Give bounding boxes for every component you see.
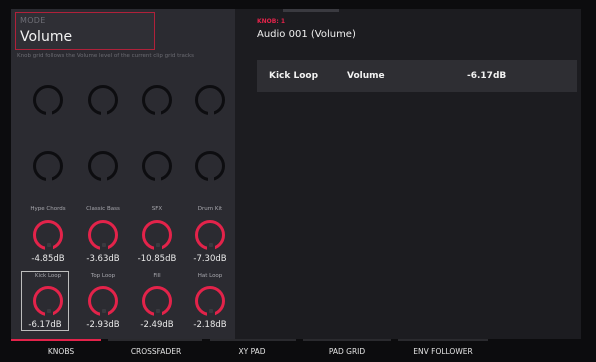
knob-detail-panel: KNOB: 1 Audio 001 (Volume) Kick Loop Vol… bbox=[235, 9, 581, 339]
mode-value: Volume bbox=[20, 29, 73, 45]
empty-knob[interactable] bbox=[33, 151, 63, 182]
bottom-tab-bar: KNOBS CROSSFADER XY PAD PAD GRID ENV FOL… bbox=[0, 339, 596, 362]
parameter-name: Volume bbox=[347, 71, 385, 81]
empty-knob[interactable] bbox=[88, 151, 118, 182]
volume-knob[interactable] bbox=[195, 220, 225, 252]
knob-panel: MODE Volume Knob grid follows the Volume… bbox=[11, 9, 235, 339]
knob-name: Hat Loop bbox=[197, 273, 223, 279]
volume-knob[interactable] bbox=[33, 220, 63, 252]
empty-knob[interactable] bbox=[142, 85, 172, 116]
knob-value: -2.18dB bbox=[193, 320, 227, 330]
volume-knob[interactable] bbox=[88, 220, 118, 252]
track-name: Kick Loop bbox=[269, 71, 319, 81]
mode-description: Knob grid follows the Volume level of th… bbox=[17, 53, 194, 59]
knob-value: -2.93dB bbox=[86, 320, 120, 330]
empty-knob[interactable] bbox=[88, 85, 118, 116]
knob-name: Top Loop bbox=[90, 273, 116, 279]
tab-xy-pad[interactable]: XY PAD bbox=[197, 347, 307, 356]
knob-value: -2.49dB bbox=[140, 320, 174, 330]
main-frame: MODE Volume Knob grid follows the Volume… bbox=[11, 9, 581, 339]
empty-knob[interactable] bbox=[195, 85, 225, 116]
volume-knob[interactable] bbox=[88, 286, 118, 318]
tab-env-follower[interactable]: ENV FOLLOWER bbox=[388, 347, 498, 356]
knob-name: SFX bbox=[151, 206, 163, 212]
knob-value: -3.63dB bbox=[86, 254, 120, 264]
knob-name: Classic Bass bbox=[86, 206, 120, 212]
active-tab-indicator bbox=[11, 339, 101, 341]
tab-divider bbox=[108, 339, 202, 341]
tab-crossfader[interactable]: CROSSFADER bbox=[101, 347, 211, 356]
mode-label: MODE bbox=[20, 16, 46, 25]
volume-knob[interactable] bbox=[195, 286, 225, 318]
knob-value: -4.85dB bbox=[31, 254, 65, 264]
volume-knob[interactable] bbox=[142, 220, 172, 252]
empty-knob[interactable] bbox=[142, 151, 172, 182]
tab-divider bbox=[398, 339, 488, 341]
mode-selector[interactable]: MODE Volume bbox=[15, 12, 155, 50]
assignment-row[interactable]: Kick Loop Volume -6.17dB bbox=[257, 60, 577, 92]
tab-knobs[interactable]: KNOBS bbox=[6, 347, 116, 356]
empty-knob[interactable] bbox=[195, 151, 225, 182]
knob-index-tag: KNOB: 1 bbox=[257, 18, 286, 25]
tab-divider bbox=[210, 339, 296, 341]
knob-name: Drum Kit bbox=[197, 206, 223, 212]
volume-knob[interactable] bbox=[33, 286, 63, 318]
knob-title: Audio 001 (Volume) bbox=[257, 29, 356, 40]
empty-knob[interactable] bbox=[33, 85, 63, 116]
knob-name: Hype Chords bbox=[30, 206, 66, 212]
parameter-value: -6.17dB bbox=[467, 71, 507, 81]
tab-pad-grid[interactable]: PAD GRID bbox=[292, 347, 402, 356]
knob-name: Fill bbox=[153, 273, 161, 279]
panel-tab-indicator bbox=[283, 9, 339, 12]
knob-value: -10.85dB bbox=[137, 254, 177, 264]
knob-value: -6.17dB bbox=[28, 320, 62, 330]
volume-knob[interactable] bbox=[142, 286, 172, 318]
tab-divider bbox=[303, 339, 391, 341]
knob-value: -7.30dB bbox=[193, 254, 227, 264]
knob-name: Kick Loop bbox=[34, 273, 62, 279]
